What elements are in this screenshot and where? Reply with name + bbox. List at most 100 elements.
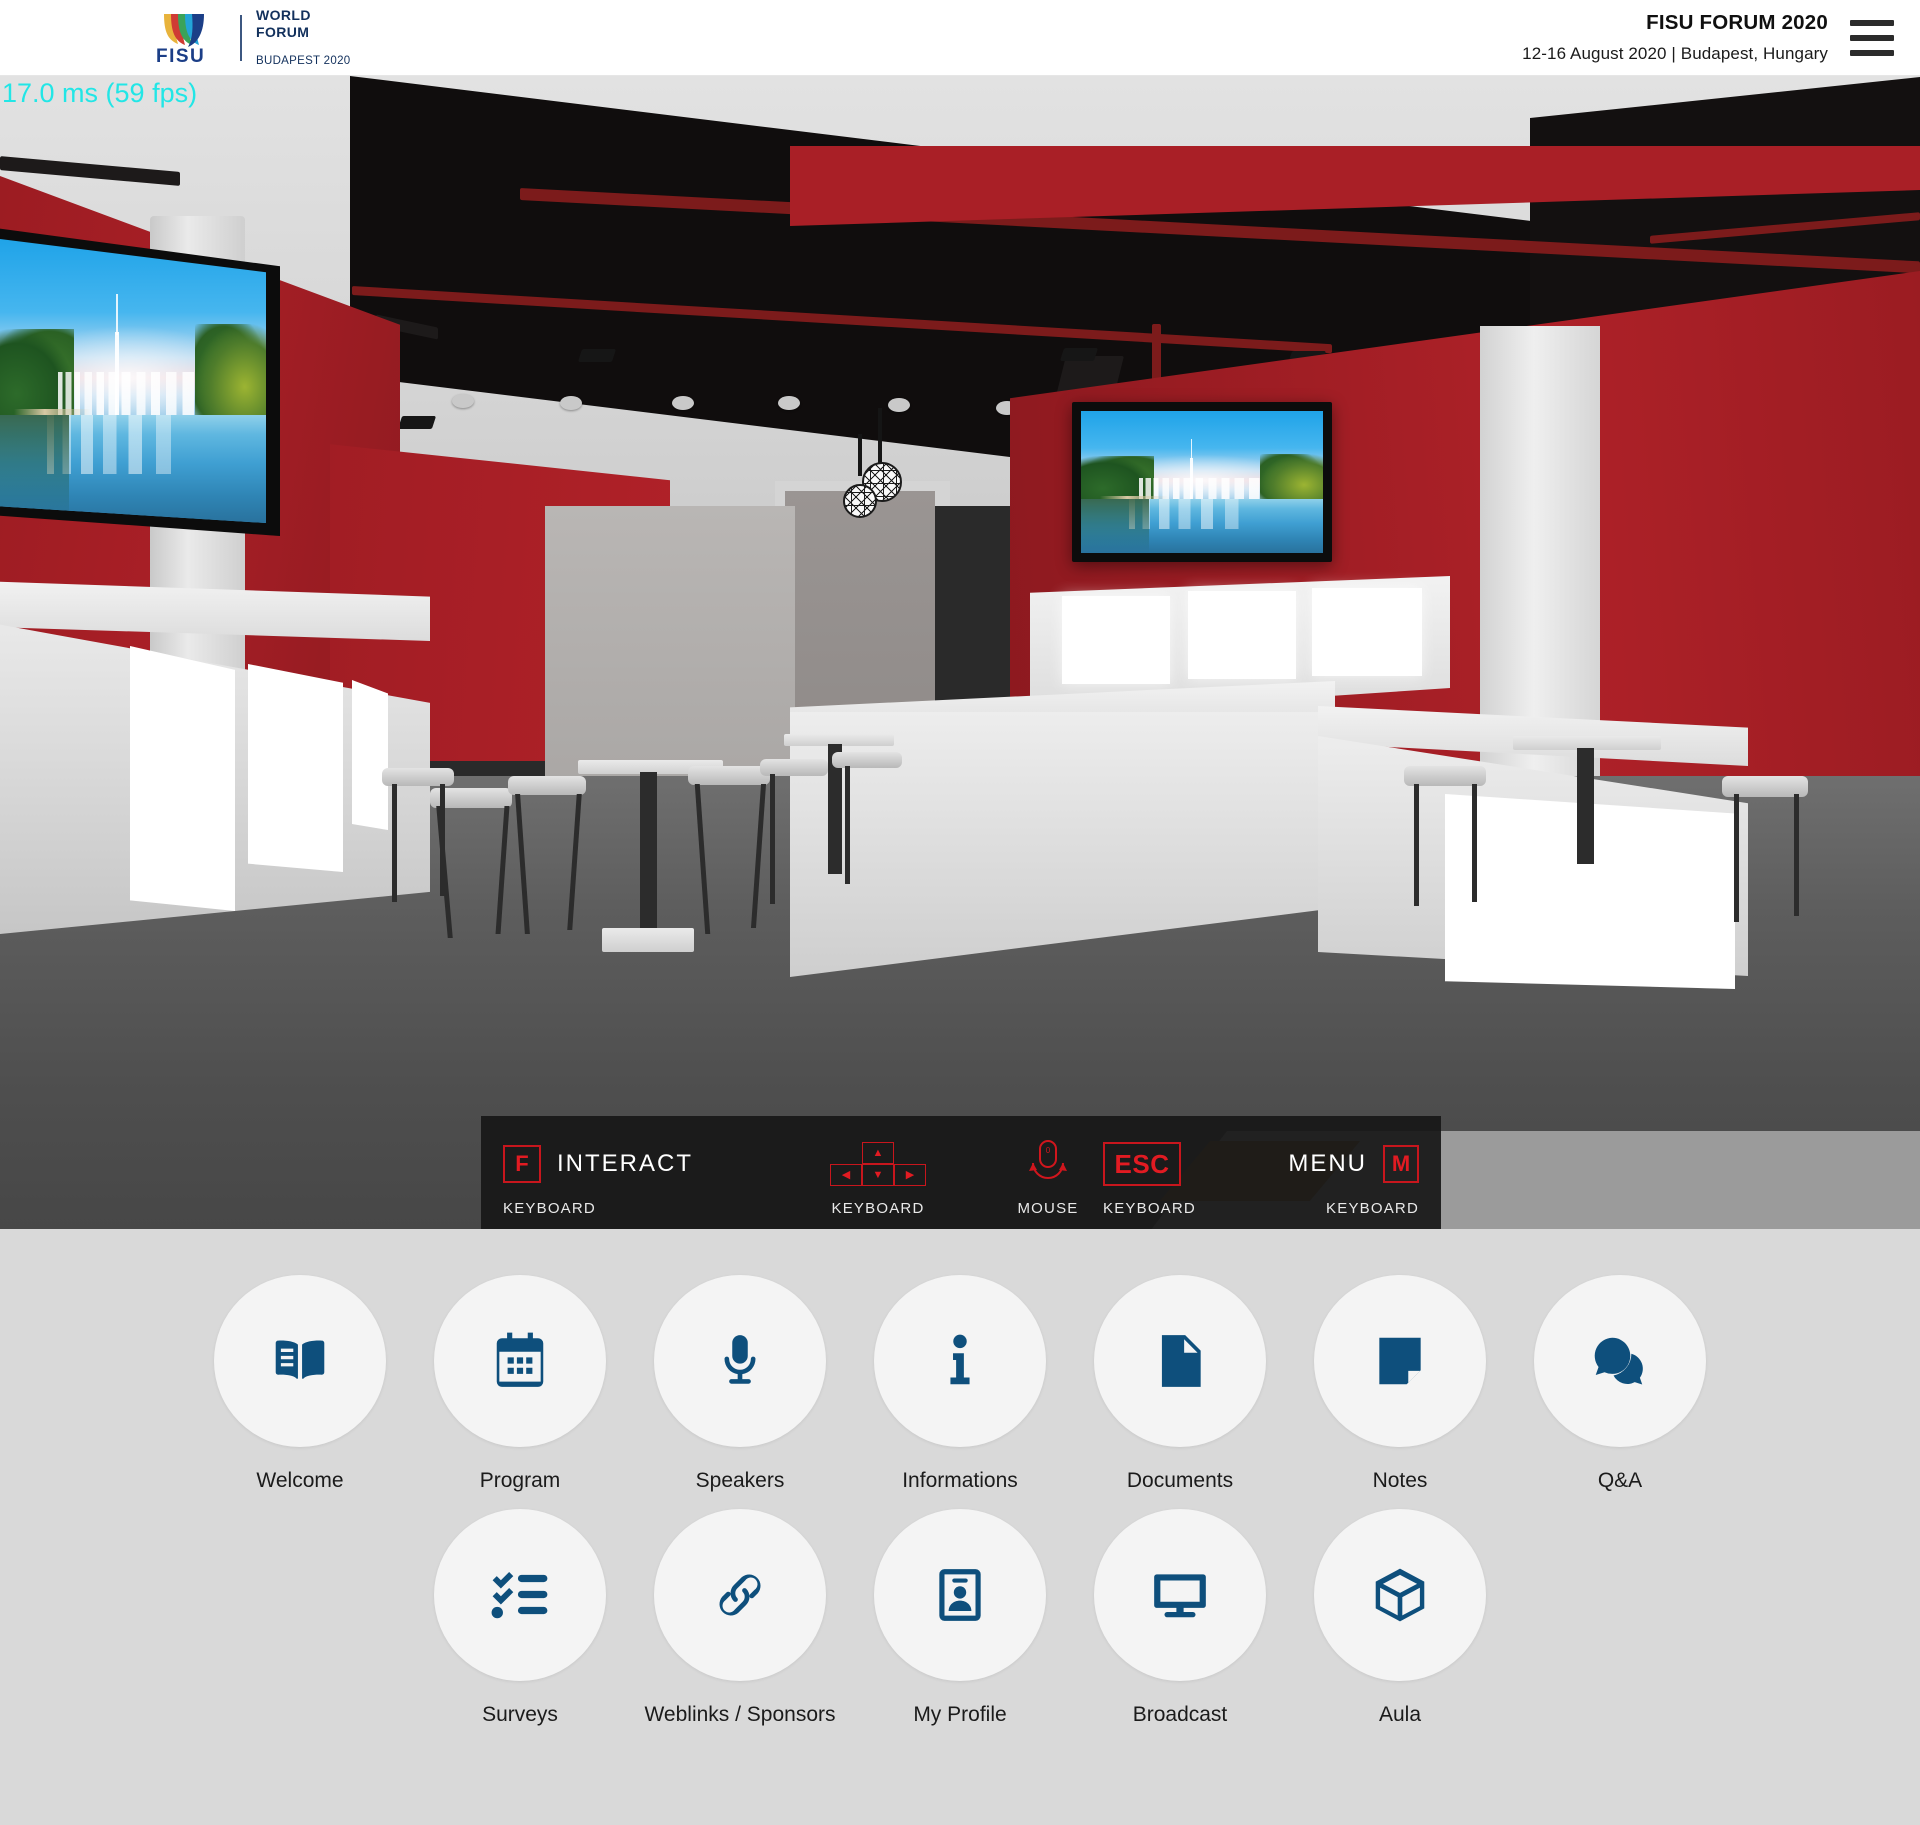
logo-forum-text: FORUM: [256, 24, 310, 41]
bar-stool-leg: [845, 766, 850, 884]
info-icon: [950, 1334, 970, 1385]
counter-lightbox: [1188, 591, 1296, 679]
mouse-icon: 0: [1029, 1140, 1067, 1179]
menu-item-label: Surveys: [482, 1703, 558, 1726]
arrow-right-icon: ▶: [894, 1164, 926, 1186]
microphone-icon: [724, 1335, 756, 1384]
counter-lightbox: [352, 680, 388, 830]
control-menu[interactable]: MENU M KEYBOARD: [1233, 1116, 1441, 1229]
ceiling-spotlight: [560, 396, 582, 410]
ceiling-spotlight: [778, 396, 800, 410]
logo-world-text: WORLD: [256, 6, 311, 23]
menu-item-label: Welcome: [256, 1469, 344, 1492]
menu-item-label: Notes: [1372, 1469, 1428, 1492]
bar-stool-leg: [770, 774, 775, 904]
counter-lightbox: [1312, 588, 1422, 676]
menu-item-label: Weblinks / Sponsors: [644, 1703, 836, 1726]
menu-row-secondary: Surveys Weblinks / Sponsors My Profile B…: [0, 1493, 1920, 1727]
id-badge-icon: [939, 1569, 981, 1621]
track-light: [1059, 348, 1099, 361]
bar-table-leg: [1577, 748, 1594, 864]
arrow-keys-icon: ▲ ◀ ▼ ▶: [830, 1142, 926, 1186]
note-icon: [1379, 1337, 1421, 1385]
bar-stool-leg: [1734, 794, 1739, 922]
svg-text:FISU: FISU: [156, 46, 205, 66]
track-light: [577, 349, 617, 362]
bar-stool-seat: [688, 766, 770, 785]
wall-display-left: [0, 226, 280, 536]
menu-item-program[interactable]: Program: [430, 1275, 610, 1493]
hamburger-bar: [1850, 19, 1894, 26]
ceiling-spotlight: [888, 398, 910, 412]
chain-link-icon: [719, 1574, 761, 1616]
control-look-device: MOUSE: [1017, 1200, 1079, 1217]
menu-item-welcome[interactable]: Welcome: [210, 1275, 390, 1493]
3d-scene-viewport[interactable]: 17.0 ms (59 fps) F INTERACT KEYBOARD ▲ ◀…: [0, 76, 1920, 1229]
counter-lightbox: [1062, 596, 1170, 684]
hamburger-bar: [1850, 34, 1894, 41]
menu-item-notes[interactable]: Notes: [1310, 1275, 1490, 1493]
control-interact-device: KEYBOARD: [503, 1200, 596, 1217]
menu-item-label: Q&A: [1597, 1469, 1643, 1492]
control-menu-device: KEYBOARD: [1326, 1200, 1419, 1217]
arrow-left-icon: ◀: [830, 1164, 862, 1186]
bar-stool-leg: [1472, 784, 1477, 902]
hamburger-bar: [1850, 49, 1894, 56]
control-look[interactable]: 0 MOUSE: [993, 1116, 1103, 1229]
menu-icon-container: [434, 1275, 606, 1447]
bar-stool-seat: [832, 752, 902, 768]
key-esc-icon: ESC: [1103, 1142, 1181, 1186]
grey-column-right: [1480, 326, 1600, 776]
page-title: FISU FORUM 2020: [1646, 11, 1828, 35]
menu-item-documents[interactable]: Documents: [1090, 1275, 1270, 1493]
bar-stool-leg: [392, 784, 397, 902]
menu-icon-container: [1314, 1275, 1486, 1447]
bar-stool-leg: [440, 784, 445, 896]
menu-item-speakers[interactable]: Speakers: [650, 1275, 830, 1493]
document-icon: [1161, 1335, 1201, 1387]
menu-item-surveys[interactable]: Surveys: [430, 1509, 610, 1727]
menu-item-informations[interactable]: Informations: [870, 1275, 1050, 1493]
track-light: [397, 416, 437, 429]
open-book-icon: [275, 1340, 325, 1379]
menu-item-label: Informations: [902, 1469, 1018, 1492]
control-interact[interactable]: F INTERACT KEYBOARD: [503, 1116, 763, 1229]
control-movement[interactable]: ▲ ◀ ▼ ▶ KEYBOARD: [763, 1116, 993, 1229]
menu-item-label: Speakers: [695, 1469, 785, 1492]
menu-item-broadcast[interactable]: Broadcast: [1090, 1509, 1270, 1727]
fisu-logo[interactable]: FISU WORLD FORUM BUDAPEST 2020: [152, 7, 350, 68]
pendant-lamp-icon: [843, 484, 877, 518]
arrow-up-icon: ▲: [862, 1142, 894, 1164]
menu-item-label: Broadcast: [1132, 1703, 1228, 1726]
wall-display-right: [1072, 402, 1332, 562]
app-header: FISU WORLD FORUM BUDAPEST 2020 FISU FORU…: [0, 0, 1920, 76]
key-m-icon: M: [1383, 1145, 1419, 1183]
control-menu-label: MENU: [1288, 1150, 1367, 1177]
hamburger-menu-icon[interactable]: [1850, 19, 1894, 56]
pendant-lamp-rod: [878, 408, 882, 466]
wall-display-right-screen: [1081, 411, 1323, 553]
menu-item-qa[interactable]: Q&A: [1530, 1275, 1710, 1493]
main-menu-panel: Welcome Program Speakers Informations Do…: [0, 1229, 1920, 1825]
bar-stool-leg: [1794, 794, 1799, 916]
control-movement-device: KEYBOARD: [831, 1200, 925, 1217]
menu-item-my-profile[interactable]: My Profile: [870, 1509, 1050, 1727]
menu-icon-container: [434, 1509, 606, 1681]
ceiling-spotlight: [672, 396, 694, 410]
fisu-logo-icon: FISU: [156, 13, 205, 66]
control-escape[interactable]: ESC KEYBOARD: [1103, 1116, 1233, 1229]
svg-text:0: 0: [1046, 1146, 1051, 1155]
header-right-group: FISU FORUM 2020 12-16 August 2020 | Buda…: [1522, 8, 1894, 66]
menu-row-primary: Welcome Program Speakers Informations Do…: [0, 1229, 1920, 1493]
event-subtitle: 12-16 August 2020 | Budapest, Hungary: [1522, 44, 1828, 64]
menu-item-weblinks-sponsors[interactable]: Weblinks / Sponsors: [644, 1509, 836, 1727]
menu-item-label: Program: [479, 1469, 561, 1492]
keyboard-controls-bar: F INTERACT KEYBOARD ▲ ◀ ▼ ▶ KEYBOARD 0 M…: [481, 1116, 1441, 1229]
logo-divider: [240, 14, 242, 61]
menu-item-aula[interactable]: Aula: [1310, 1509, 1490, 1727]
bar-stool-leg: [1414, 784, 1419, 906]
fps-counter: 17.0 ms (59 fps): [2, 78, 198, 108]
bar-stool-seat: [1404, 766, 1486, 786]
menu-icon-container: [654, 1509, 826, 1681]
cube-icon: [1375, 1568, 1425, 1622]
